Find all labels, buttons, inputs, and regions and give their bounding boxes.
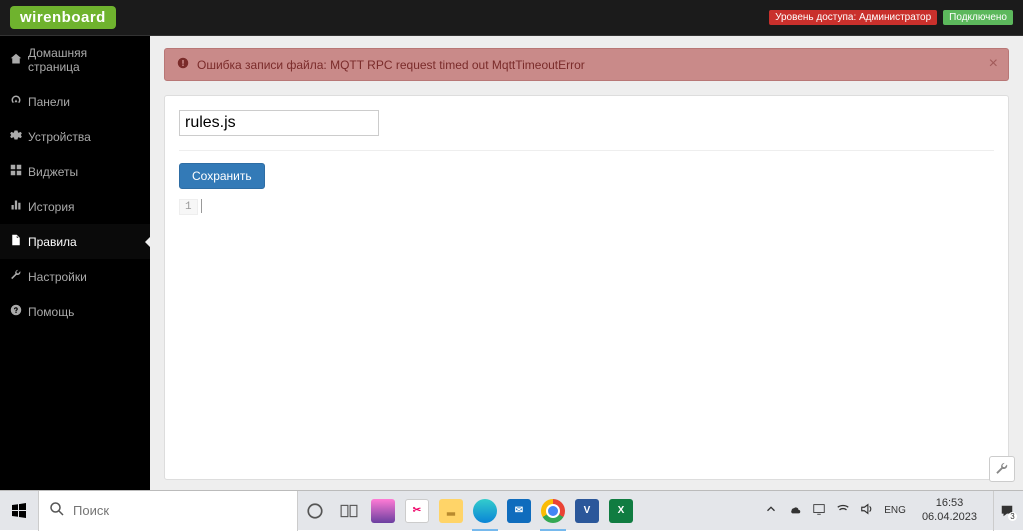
tray-wifi-icon[interactable] [836, 502, 850, 519]
sidebar-item-rules[interactable]: Правила [0, 224, 150, 259]
windows-taskbar: ✂ ▂ ✉ V X ENG 16:53 06.04.2023 3 [0, 490, 1023, 530]
sidebar-item-label: Устройства [28, 130, 91, 144]
dashboard-icon [10, 94, 22, 109]
notification-count: 3 [1008, 512, 1016, 521]
content-area: Ошибка записи файла: MQTT RPC request ti… [150, 36, 1023, 490]
editor-panel: Сохранить 1 [164, 95, 1009, 480]
tray-language[interactable]: ENG [884, 505, 906, 516]
sidebar-item-label: Помощь [28, 305, 74, 319]
taskbar-pinned: ✂ ▂ ✉ V X [298, 491, 638, 530]
file-icon [10, 234, 22, 249]
task-icon-edge[interactable] [468, 491, 502, 531]
alert-close-button[interactable]: × [989, 55, 998, 73]
connection-status-badge[interactable]: Подключено [943, 10, 1013, 25]
search-icon [49, 501, 65, 520]
task-icon-cortana[interactable] [298, 491, 332, 531]
taskbar-search[interactable] [38, 491, 298, 531]
divider [179, 150, 994, 151]
error-alert: Ошибка записи файла: MQTT RPC request ti… [164, 48, 1009, 81]
sidebar-item-devices[interactable]: Устройства [0, 119, 150, 154]
system-tray: ENG 16:53 06.04.2023 3 [764, 491, 1023, 531]
sidebar-item-label: Панели [28, 95, 70, 109]
task-icon-mail[interactable]: ✉ [502, 491, 536, 531]
code-editor[interactable]: 1 [179, 199, 994, 215]
start-button[interactable] [0, 491, 38, 531]
sidebar-item-widgets[interactable]: Виджеты [0, 154, 150, 189]
clock-date: 06.04.2023 [922, 511, 977, 524]
tray-chevron-icon[interactable] [764, 502, 778, 519]
sidebar-item-label: Правила [28, 235, 77, 249]
filename-input[interactable] [179, 110, 379, 136]
sidebar-item-panels[interactable]: Панели [0, 84, 150, 119]
search-input[interactable] [73, 503, 287, 518]
task-icon-taskview[interactable] [332, 491, 366, 531]
task-icon-excel[interactable]: X [604, 491, 638, 531]
sidebar-item-help[interactable]: Помощь [0, 294, 150, 329]
top-navbar: wirenboard Уровень доступа: Администрато… [0, 0, 1023, 36]
alert-icon [177, 57, 189, 72]
task-icon-snip[interactable]: ✂ [400, 491, 434, 531]
tray-volume-icon[interactable] [860, 502, 874, 519]
gear-icon [10, 129, 22, 144]
home-icon [10, 53, 22, 68]
code-content[interactable] [201, 199, 203, 213]
sidebar-item-history[interactable]: История [0, 189, 150, 224]
alert-text: Ошибка записи файла: MQTT RPC request ti… [197, 58, 585, 72]
line-number: 1 [179, 199, 198, 215]
sidebar-item-home[interactable]: Домашняя страница [0, 36, 150, 84]
bars-icon [10, 199, 22, 214]
save-button[interactable]: Сохранить [179, 163, 265, 189]
tools-button[interactable] [989, 456, 1015, 482]
sidebar-item-label: Виджеты [28, 165, 78, 179]
tray-onedrive-icon[interactable] [788, 502, 802, 519]
task-icon-visio[interactable]: V [570, 491, 604, 531]
sidebar-item-settings[interactable]: Настройки [0, 259, 150, 294]
tray-notifications[interactable]: 3 [993, 491, 1019, 531]
sidebar-item-label: История [28, 200, 75, 214]
sidebar-item-label: Домашняя страница [28, 46, 140, 74]
brand-logo[interactable]: wirenboard [10, 6, 116, 29]
sidebar-item-label: Настройки [28, 270, 87, 284]
tray-clock[interactable]: 16:53 06.04.2023 [916, 497, 983, 523]
wrench-icon [10, 269, 22, 284]
tray-update-icon[interactable] [812, 502, 826, 519]
task-icon-chrome[interactable] [536, 491, 570, 531]
sidebar-nav: Домашняя страница Панели Устройства Видж… [0, 36, 150, 490]
task-icon-explorer[interactable]: ▂ [434, 491, 468, 531]
task-icon-app1[interactable] [366, 491, 400, 531]
help-icon [10, 304, 22, 319]
access-level-badge[interactable]: Уровень доступа: Администратор [769, 10, 937, 25]
grid-icon [10, 164, 22, 179]
clock-time: 16:53 [922, 497, 977, 510]
